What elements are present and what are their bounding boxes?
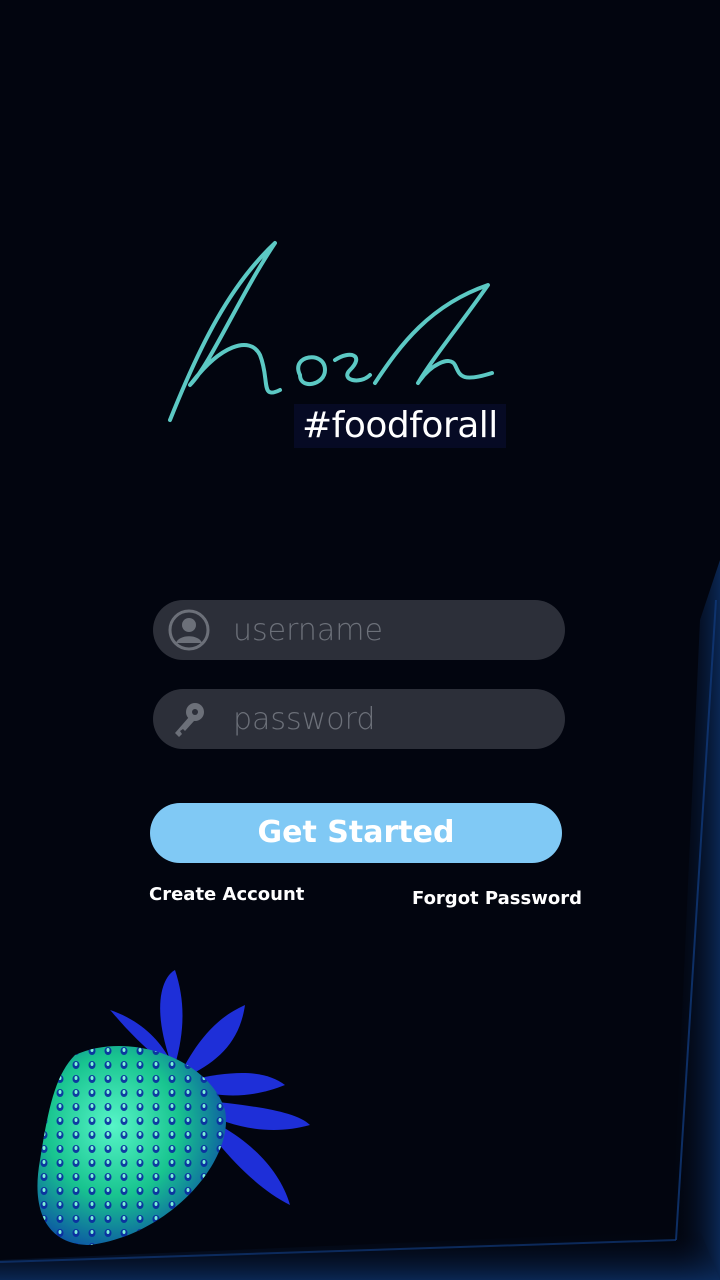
nosh-logo-script bbox=[168, 241, 494, 422]
username-input[interactable] bbox=[233, 600, 543, 660]
tagline: #foodforall bbox=[294, 404, 506, 448]
strawberry-image bbox=[37, 970, 310, 1245]
forgot-password-link[interactable]: Forgot Password bbox=[412, 888, 582, 909]
create-account-link[interactable]: Create Account bbox=[149, 884, 304, 905]
password-input[interactable] bbox=[233, 689, 543, 749]
get-started-button[interactable]: Get Started bbox=[150, 803, 562, 863]
key-icon bbox=[175, 703, 204, 737]
username-field[interactable] bbox=[153, 600, 565, 660]
password-field[interactable] bbox=[153, 689, 565, 749]
user-avatar-icon bbox=[168, 609, 210, 651]
